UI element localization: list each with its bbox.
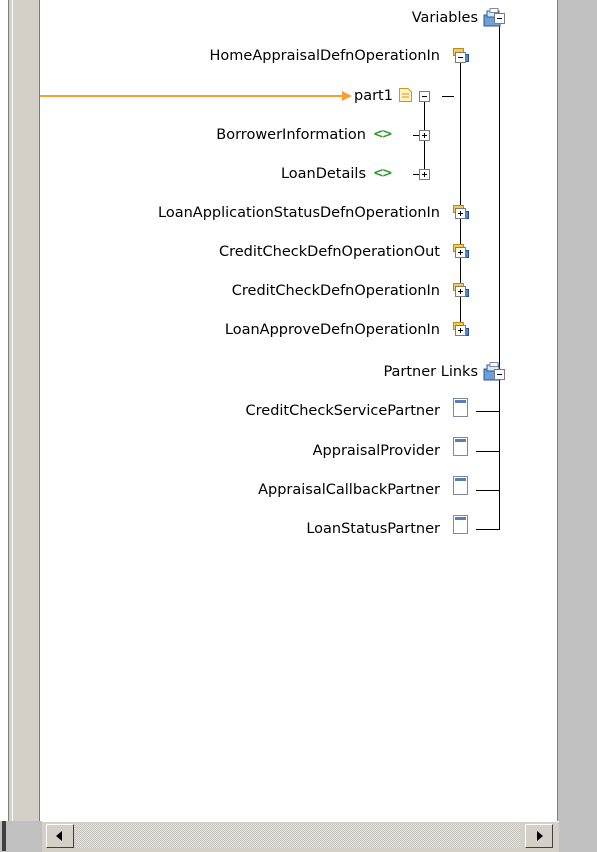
collapse-partner-links-toggle[interactable] [494,369,505,380]
arrow-left-icon [56,831,62,841]
message-part-icon [399,88,412,102]
tree-node-part1[interactable]: part1 [354,87,393,105]
tree-node-credit-check-out[interactable]: CreditCheckDefnOperationOut [219,243,440,261]
partner-link-icon [453,398,468,417]
partner-link-icon [453,476,468,495]
mapper-tree-panel: Variables HomeAppraisalDefnOperationIn p… [40,0,558,821]
tree-node-credit-check-service-partner[interactable]: CreditCheckServicePartner [246,402,441,420]
tree-node-appraisal-callback-partner[interactable]: AppraisalCallbackPartner [258,481,440,499]
tree-node-loan-details[interactable]: LoanDetails [281,165,366,183]
tree-node-appraisal-provider[interactable]: AppraisalProvider [313,442,440,460]
tree-node-variables[interactable]: Variables [412,9,478,27]
tree-node-loan-application-status-in[interactable]: LoanApplicationStatusDefnOperationIn [158,204,440,222]
expand-credit-check-in-toggle[interactable] [455,286,466,297]
partner-link-icon [453,515,468,534]
collapse-part1-toggle[interactable] [419,91,430,102]
mapping-connector-line[interactable] [40,88,360,104]
expand-loan-application-status-toggle[interactable] [455,208,466,219]
tree-node-borrower-information[interactable]: BorrowerInformation [216,126,366,144]
collapse-home-appraisal-toggle[interactable] [455,52,466,63]
collapse-variables-toggle[interactable] [494,13,505,24]
horizontal-scrollbar[interactable] [42,821,559,852]
left-frame-border [9,0,40,821]
tree-node-home-appraisal-in[interactable]: HomeAppraisalDefnOperationIn [210,47,441,65]
scroll-right-button[interactable] [525,824,553,848]
partner-link-icon [453,437,468,456]
xml-element-icon: <> [373,166,393,181]
right-frame-border [558,0,597,851]
bottom-left-corner [0,821,42,851]
expand-loan-approve-toggle[interactable] [455,325,466,336]
xml-element-icon: <> [373,127,393,142]
tree-node-loan-approve-in[interactable]: LoanApproveDefnOperationIn [225,321,440,339]
scrollbar-track[interactable] [75,824,520,848]
arrow-right-icon [537,831,543,841]
scroll-left-button[interactable] [46,824,74,848]
tree-connector-variables [499,22,500,369]
tree-node-loan-status-partner[interactable]: LoanStatusPartner [306,520,440,538]
tree-connector-partner-links [499,380,500,529]
tree-node-partner-links[interactable]: Partner Links [383,363,478,381]
expand-borrower-information-toggle[interactable] [419,130,430,141]
expand-loan-details-toggle[interactable] [419,169,430,180]
expand-credit-check-out-toggle[interactable] [455,247,466,258]
tree-node-credit-check-in[interactable]: CreditCheckDefnOperationIn [232,282,440,300]
left-edge-strip [0,0,9,821]
